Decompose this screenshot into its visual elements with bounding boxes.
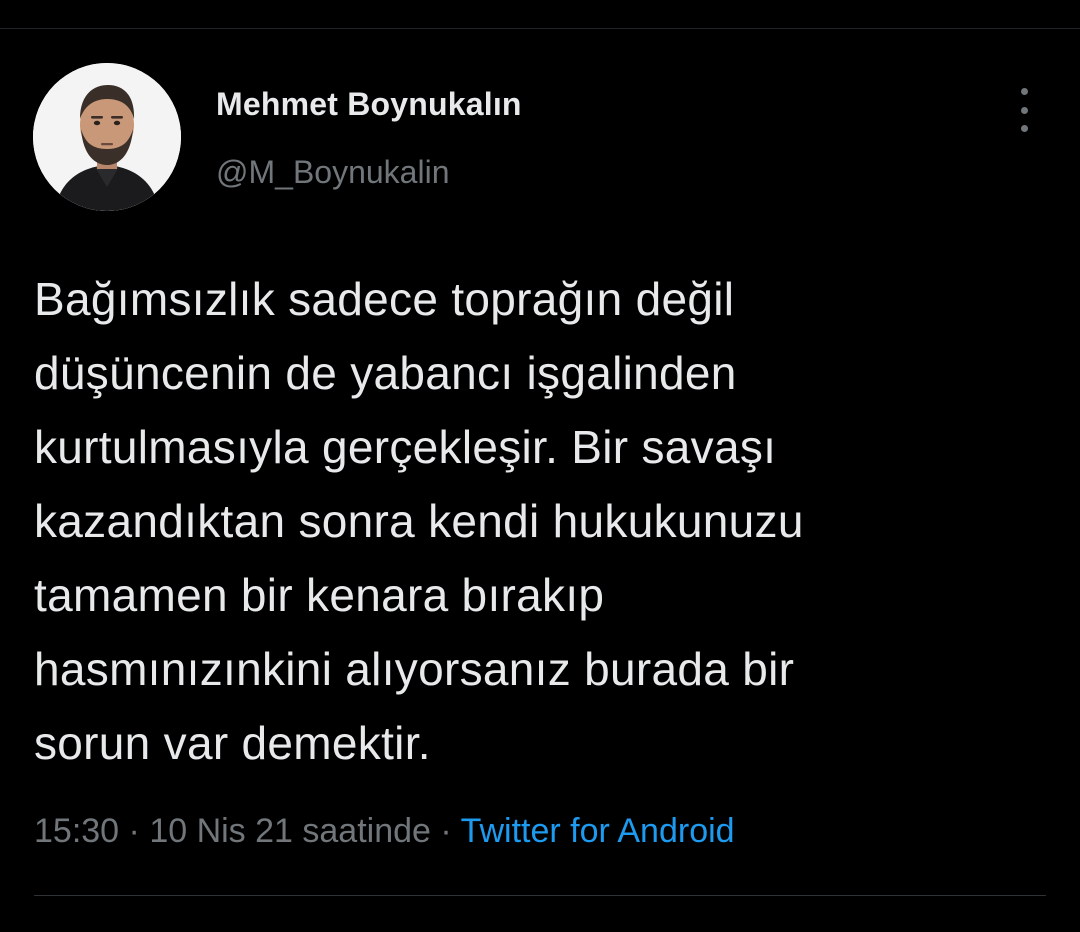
tweet-text: Bağımsızlık sadece toprağın değil düşünc…	[34, 262, 1044, 780]
more-vertical-icon-dot	[1020, 125, 1028, 132]
tweet-text-line: hasmınızınkini alıyorsanız burada bir	[34, 643, 795, 695]
avatar[interactable]	[33, 63, 181, 211]
avatar-image	[33, 63, 181, 211]
tweet-text-line: kazandıktan sonra kendi hukukunuzu	[34, 495, 804, 547]
tweet-source-link[interactable]: Twitter for Android	[461, 812, 735, 850]
tweet-date[interactable]: 10 Nis 21 saatinde	[149, 812, 431, 850]
author-handle[interactable]: @M_Boynukalin	[216, 154, 449, 191]
tweet-card: Mehmet Boynukalın @M_Boynukalin Bağımsız…	[0, 0, 1080, 932]
more-vertical-icon	[1020, 88, 1028, 95]
tweet-text-line: kurtulmasıyla gerçekleşir. Bir savaşı	[34, 421, 777, 473]
tweet-meta: 15:30 · 10 Nis 21 saatinde · Twitter for…	[34, 812, 735, 851]
meta-separator: ·	[119, 812, 150, 850]
tweet-text-line: Bağımsızlık sadece toprağın değil	[34, 273, 735, 325]
meta-separator: ·	[430, 812, 461, 850]
tweet-text-line: düşüncenin de yabancı işgalinden	[34, 347, 737, 399]
author-name[interactable]: Mehmet Boynukalın	[216, 86, 522, 123]
tweet-time[interactable]: 15:30	[34, 812, 119, 850]
more-options-button[interactable]	[1008, 88, 1040, 132]
tweet-text-line: tamamen bir kenara bırakıp	[34, 569, 605, 621]
more-vertical-icon-dot	[1020, 106, 1028, 114]
bottom-divider	[34, 895, 1046, 896]
tweet-text-line: sorun var demektir.	[34, 717, 431, 769]
